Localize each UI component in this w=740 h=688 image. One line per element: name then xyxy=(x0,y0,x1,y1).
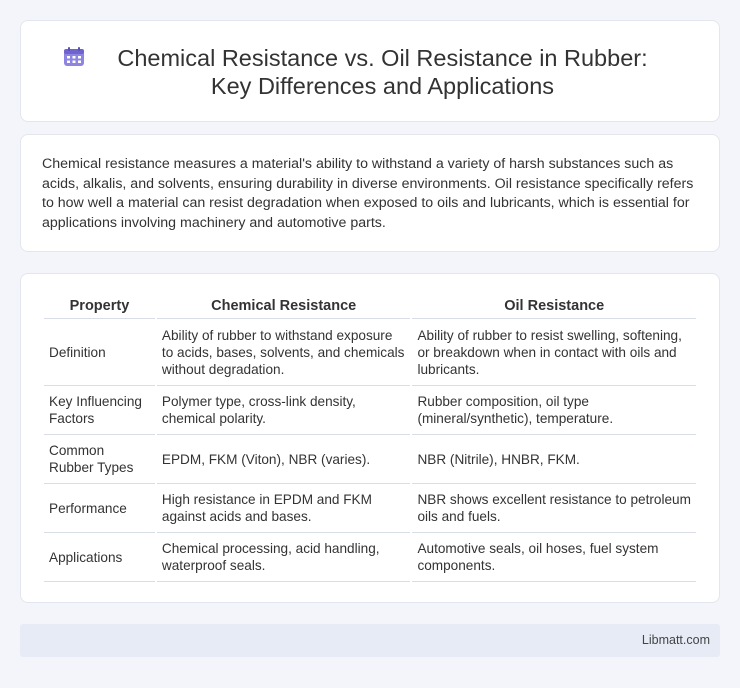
oil-cell: Ability of rubber to resist swelling, so… xyxy=(412,319,696,386)
row-label: Definition xyxy=(44,319,155,386)
chemical-cell: High resistance in EPDM and FKM against … xyxy=(156,484,411,533)
footer: Libmatt.com xyxy=(20,624,720,657)
table-row: Definition Ability of rubber to withstan… xyxy=(44,319,696,386)
table-row: Common Rubber Types EPDM, FKM (Viton), N… xyxy=(44,435,696,484)
column-header-property: Property xyxy=(44,295,155,319)
oil-cell: Rubber composition, oil type (mineral/sy… xyxy=(412,386,696,435)
chemical-cell: Polymer type, cross-link density, chemic… xyxy=(156,386,411,435)
chemical-cell: Chemical processing, acid handling, wate… xyxy=(156,533,411,582)
footer-brand-link[interactable]: Libmatt.com xyxy=(642,633,710,647)
column-header-chemical: Chemical Resistance xyxy=(156,295,411,319)
oil-cell: NBR (Nitrile), HNBR, FKM. xyxy=(412,435,696,484)
column-header-oil: Oil Resistance xyxy=(412,295,696,319)
row-label: Performance xyxy=(44,484,155,533)
table-row: Key Influencing Factors Polymer type, cr… xyxy=(44,386,696,435)
comparison-card: Property Chemical Resistance Oil Resista… xyxy=(20,273,720,603)
row-label: Key Influencing Factors xyxy=(44,386,155,435)
page-title: Chemical Resistance vs. Oil Resistance i… xyxy=(117,45,648,99)
chemical-cell: Ability of rubber to withstand exposure … xyxy=(156,319,411,386)
intro-card: Chemical resistance measures a material'… xyxy=(20,134,720,252)
chemical-cell: EPDM, FKM (Viton), NBR (varies). xyxy=(156,435,411,484)
intro-paragraph: Chemical resistance measures a material'… xyxy=(42,156,694,231)
table-row: Applications Chemical processing, acid h… xyxy=(44,533,696,582)
title-card: Chemical Resistance vs. Oil Resistance i… xyxy=(20,20,720,122)
table-row: Performance High resistance in EPDM and … xyxy=(44,484,696,533)
comparison-table: Property Chemical Resistance Oil Resista… xyxy=(42,295,698,582)
row-label: Applications xyxy=(44,533,155,582)
oil-cell: NBR shows excellent resistance to petrol… xyxy=(412,484,696,533)
row-label: Common Rubber Types xyxy=(44,435,155,484)
oil-cell: Automotive seals, oil hoses, fuel system… xyxy=(412,533,696,582)
table-header-row: Property Chemical Resistance Oil Resista… xyxy=(44,295,696,319)
